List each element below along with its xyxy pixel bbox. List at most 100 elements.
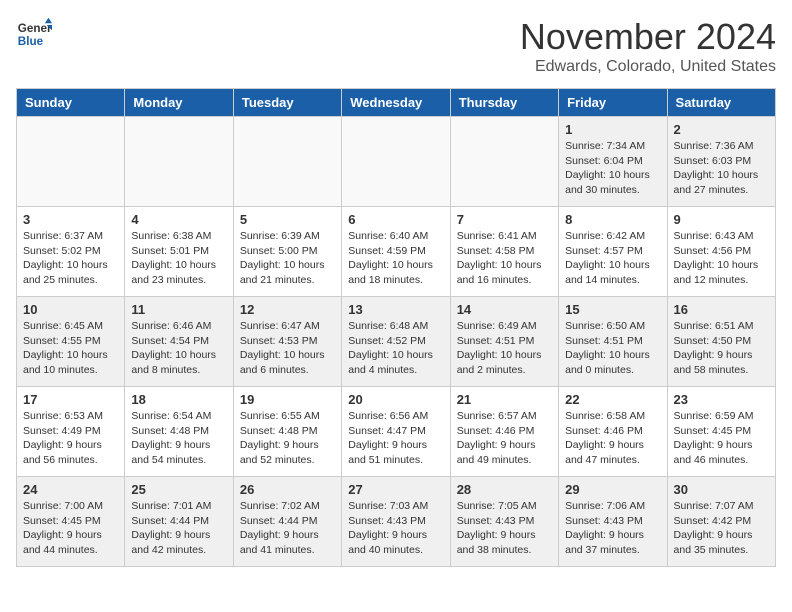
day-info: Sunrise: 6:57 AM Sunset: 4:46 PM Dayligh…: [457, 409, 552, 468]
logo-icon: General Blue: [16, 16, 52, 52]
day-info: Sunrise: 6:39 AM Sunset: 5:00 PM Dayligh…: [240, 229, 335, 288]
day-number: 3: [23, 212, 118, 227]
calendar-week-row: 1Sunrise: 7:34 AM Sunset: 6:04 PM Daylig…: [17, 117, 776, 207]
day-number: 25: [131, 482, 226, 497]
day-info: Sunrise: 6:45 AM Sunset: 4:55 PM Dayligh…: [23, 319, 118, 378]
day-info: Sunrise: 6:58 AM Sunset: 4:46 PM Dayligh…: [565, 409, 660, 468]
day-number: 27: [348, 482, 443, 497]
calendar-day-cell: 20 Sunrise: 6:56 AM Sunset: 4:47 PM Dayli…: [342, 387, 450, 477]
day-info: Sunrise: 7:07 AM Sunset: 4:42 PM Dayligh…: [674, 499, 769, 558]
calendar-day-cell: 13 Sunrise: 6:48 AM Sunset: 4:52 PM Dayli…: [342, 297, 450, 387]
day-info: Sunrise: 6:47 AM Sunset: 4:53 PM Dayligh…: [240, 319, 335, 378]
day-number: 13: [348, 302, 443, 317]
day-number: 9: [674, 212, 769, 227]
calendar-day-cell: 15 Sunrise: 6:50 AM Sunset: 4:51 PM Dayli…: [559, 297, 667, 387]
logo: General Blue: [16, 16, 52, 52]
calendar-week-row: 3 Sunrise: 6:37 AM Sunset: 5:02 PM Daylig…: [17, 207, 776, 297]
calendar-day-cell: 5 Sunrise: 6:39 AM Sunset: 5:00 PM Daylig…: [233, 207, 341, 297]
day-number: 14: [457, 302, 552, 317]
weekday-header: Tuesday: [233, 89, 341, 117]
calendar-day-cell: 12 Sunrise: 6:47 AM Sunset: 4:53 PM Dayli…: [233, 297, 341, 387]
day-number: 8: [565, 212, 660, 227]
day-number: 18: [131, 392, 226, 407]
day-info: Sunrise: 6:50 AM Sunset: 4:51 PM Dayligh…: [565, 319, 660, 378]
calendar-day-cell: 1Sunrise: 7:34 AM Sunset: 6:04 PM Daylig…: [559, 117, 667, 207]
day-number: 20: [348, 392, 443, 407]
day-number: 21: [457, 392, 552, 407]
day-number: 7: [457, 212, 552, 227]
day-info: Sunrise: 6:59 AM Sunset: 4:45 PM Dayligh…: [674, 409, 769, 468]
day-info: Sunrise: 6:55 AM Sunset: 4:48 PM Dayligh…: [240, 409, 335, 468]
day-number: 15: [565, 302, 660, 317]
calendar-day-cell: 11 Sunrise: 6:46 AM Sunset: 4:54 PM Dayli…: [125, 297, 233, 387]
day-info: Sunrise: 7:02 AM Sunset: 4:44 PM Dayligh…: [240, 499, 335, 558]
day-number: 17: [23, 392, 118, 407]
calendar-day-cell: [450, 117, 558, 207]
day-number: 11: [131, 302, 226, 317]
calendar-day-cell: 27 Sunrise: 7:03 AM Sunset: 4:43 PM Dayli…: [342, 477, 450, 567]
calendar-day-cell: 29 Sunrise: 7:06 AM Sunset: 4:43 PM Dayli…: [559, 477, 667, 567]
weekday-header: Friday: [559, 89, 667, 117]
day-info: Sunrise: 6:46 AM Sunset: 4:54 PM Dayligh…: [131, 319, 226, 378]
calendar-day-cell: 22 Sunrise: 6:58 AM Sunset: 4:46 PM Dayli…: [559, 387, 667, 477]
day-info: Sunrise: 6:53 AM Sunset: 4:49 PM Dayligh…: [23, 409, 118, 468]
day-info: Sunrise: 7:36 AM Sunset: 6:03 PM Dayligh…: [674, 139, 769, 198]
calendar-day-cell: [125, 117, 233, 207]
calendar-day-cell: 16 Sunrise: 6:51 AM Sunset: 4:50 PM Dayli…: [667, 297, 775, 387]
calendar-day-cell: 23 Sunrise: 6:59 AM Sunset: 4:45 PM Dayli…: [667, 387, 775, 477]
day-info: Sunrise: 6:43 AM Sunset: 4:56 PM Dayligh…: [674, 229, 769, 288]
day-number: 1: [565, 122, 660, 137]
day-info: Sunrise: 7:03 AM Sunset: 4:43 PM Dayligh…: [348, 499, 443, 558]
day-info: Sunrise: 7:01 AM Sunset: 4:44 PM Dayligh…: [131, 499, 226, 558]
weekday-header: Monday: [125, 89, 233, 117]
day-number: 4: [131, 212, 226, 227]
day-number: 30: [674, 482, 769, 497]
day-number: 10: [23, 302, 118, 317]
calendar-day-cell: 9 Sunrise: 6:43 AM Sunset: 4:56 PM Daylig…: [667, 207, 775, 297]
weekday-header: Wednesday: [342, 89, 450, 117]
weekday-header: Sunday: [17, 89, 125, 117]
weekday-header: Saturday: [667, 89, 775, 117]
day-number: 22: [565, 392, 660, 407]
calendar-day-cell: 21 Sunrise: 6:57 AM Sunset: 4:46 PM Dayli…: [450, 387, 558, 477]
day-number: 19: [240, 392, 335, 407]
day-info: Sunrise: 6:38 AM Sunset: 5:01 PM Dayligh…: [131, 229, 226, 288]
day-info: Sunrise: 6:48 AM Sunset: 4:52 PM Dayligh…: [348, 319, 443, 378]
day-number: 6: [348, 212, 443, 227]
day-number: 23: [674, 392, 769, 407]
location-title: Edwards, Colorado, United States: [520, 58, 776, 76]
calendar-day-cell: 8 Sunrise: 6:42 AM Sunset: 4:57 PM Daylig…: [559, 207, 667, 297]
calendar-day-cell: 30 Sunrise: 7:07 AM Sunset: 4:42 PM Dayli…: [667, 477, 775, 567]
day-number: 26: [240, 482, 335, 497]
calendar-day-cell: 7 Sunrise: 6:41 AM Sunset: 4:58 PM Daylig…: [450, 207, 558, 297]
day-info: Sunrise: 6:51 AM Sunset: 4:50 PM Dayligh…: [674, 319, 769, 378]
calendar-day-cell: 17 Sunrise: 6:53 AM Sunset: 4:49 PM Dayli…: [17, 387, 125, 477]
calendar-day-cell: 26 Sunrise: 7:02 AM Sunset: 4:44 PM Dayli…: [233, 477, 341, 567]
day-info: Sunrise: 7:05 AM Sunset: 4:43 PM Dayligh…: [457, 499, 552, 558]
day-info: Sunrise: 6:42 AM Sunset: 4:57 PM Dayligh…: [565, 229, 660, 288]
calendar-table: SundayMondayTuesdayWednesdayThursdayFrid…: [16, 88, 776, 567]
calendar-day-cell: [17, 117, 125, 207]
day-info: Sunrise: 7:00 AM Sunset: 4:45 PM Dayligh…: [23, 499, 118, 558]
day-number: 12: [240, 302, 335, 317]
day-info: Sunrise: 6:56 AM Sunset: 4:47 PM Dayligh…: [348, 409, 443, 468]
weekday-header: Thursday: [450, 89, 558, 117]
calendar-day-cell: 28Sunrise: 7:05 AM Sunset: 4:43 PM Dayli…: [450, 477, 558, 567]
calendar-week-row: 10 Sunrise: 6:45 AM Sunset: 4:55 PM Dayli…: [17, 297, 776, 387]
calendar-day-cell: 14Sunrise: 6:49 AM Sunset: 4:51 PM Dayli…: [450, 297, 558, 387]
calendar-day-cell: 6Sunrise: 6:40 AM Sunset: 4:59 PM Daylig…: [342, 207, 450, 297]
calendar-day-cell: 24Sunrise: 7:00 AM Sunset: 4:45 PM Dayli…: [17, 477, 125, 567]
calendar-day-cell: [342, 117, 450, 207]
calendar-day-cell: 2Sunrise: 7:36 AM Sunset: 6:03 PM Daylig…: [667, 117, 775, 207]
title-area: November 2024 Edwards, Colorado, United …: [520, 16, 776, 76]
day-number: 29: [565, 482, 660, 497]
calendar-day-cell: 18Sunrise: 6:54 AM Sunset: 4:48 PM Dayli…: [125, 387, 233, 477]
svg-text:General: General: [18, 22, 52, 35]
calendar-header-row: SundayMondayTuesdayWednesdayThursdayFrid…: [17, 89, 776, 117]
day-number: 5: [240, 212, 335, 227]
day-info: Sunrise: 7:06 AM Sunset: 4:43 PM Dayligh…: [565, 499, 660, 558]
day-info: Sunrise: 6:41 AM Sunset: 4:58 PM Dayligh…: [457, 229, 552, 288]
day-number: 16: [674, 302, 769, 317]
day-info: Sunrise: 6:37 AM Sunset: 5:02 PM Dayligh…: [23, 229, 118, 288]
month-title: November 2024: [520, 16, 776, 58]
